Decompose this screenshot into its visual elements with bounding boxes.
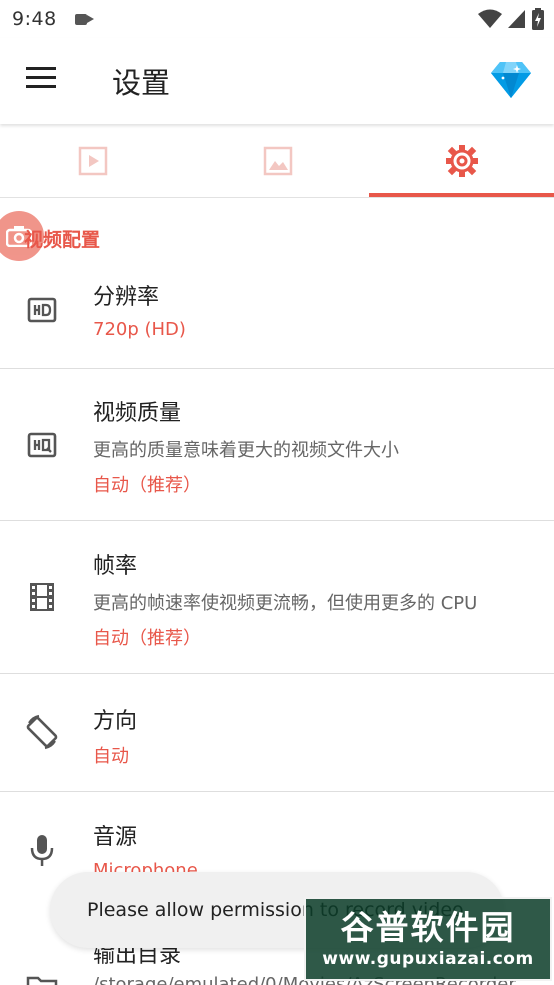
film-icon [22, 577, 62, 617]
hamburger-menu-icon[interactable] [26, 67, 60, 95]
tab-images[interactable] [185, 124, 370, 197]
pref-value: 自动（推荐） [93, 475, 201, 496]
tab-videos[interactable] [0, 124, 185, 197]
pref-summary: 更高的帧速率使视频更流畅，但使用更多的 CPU [93, 593, 478, 614]
pref-orientation[interactable]: 方向 自动 [0, 674, 554, 791]
hd-icon [22, 290, 62, 330]
status-bar: 9:48 [0, 0, 554, 38]
status-time: 9:48 [12, 8, 57, 30]
screen-rotation-icon [22, 712, 62, 752]
pref-summary: 更高的质量意味着更大的视频文件大小 [93, 440, 399, 461]
status-icons [478, 8, 544, 30]
cell-signal-icon [508, 10, 525, 28]
watermark-url: www.gupuxiazai.com [322, 949, 534, 969]
active-tab-indicator [369, 193, 554, 197]
wifi-icon [478, 9, 502, 28]
pref-resolution[interactable]: 分辨率 720p (HD) [0, 262, 554, 368]
pref-title: 视频质量 [93, 401, 182, 426]
pref-frame-rate[interactable]: 帧率 更高的帧速率使视频更流畅，但使用更多的 CPU 自动（推荐） [0, 521, 554, 673]
app-bar: 设置 [0, 38, 554, 124]
folder-icon [22, 967, 62, 985]
pref-title: 方向 [93, 709, 138, 734]
battery-charging-icon [532, 8, 544, 30]
section-title-video-config: 视频配置 [24, 229, 101, 251]
pref-title: 分辨率 [93, 285, 160, 310]
pref-value: 自动 [93, 746, 129, 767]
pref-value: 720p (HD) [93, 319, 186, 340]
gear-icon [445, 144, 478, 177]
premium-diamond-icon[interactable] [490, 58, 532, 100]
page-title: 设置 [112, 66, 171, 100]
tab-settings[interactable] [369, 124, 554, 197]
pref-video-quality[interactable]: 视频质量 更高的质量意味着更大的视频文件大小 自动（推荐） [0, 369, 554, 520]
watermark-logo: 谷普软件园 www.gupuxiazai.com [304, 897, 552, 981]
tab-bar [0, 124, 554, 198]
pref-title: 音源 [93, 825, 138, 850]
microphone-icon [22, 830, 62, 870]
hq-icon [22, 425, 62, 465]
pref-value: 自动（推荐） [93, 628, 201, 649]
video-play-icon [78, 146, 107, 175]
watermark-title: 谷普软件园 [340, 908, 516, 947]
image-icon [263, 146, 292, 175]
video-recording-icon [74, 13, 94, 25]
pref-title: 帧率 [93, 554, 138, 579]
